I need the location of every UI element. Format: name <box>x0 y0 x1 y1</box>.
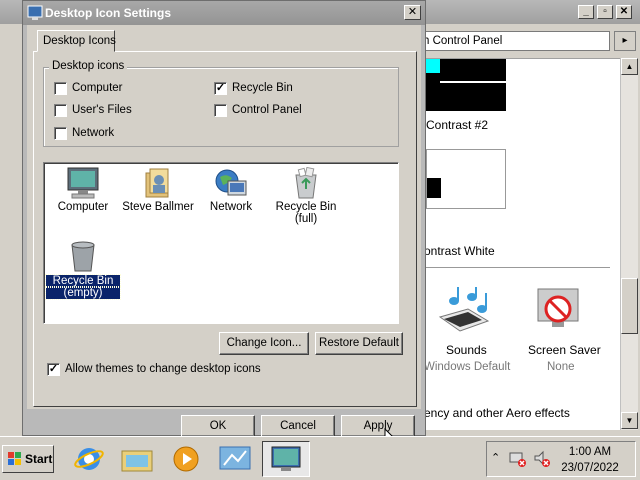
windows-logo-icon <box>8 452 21 465</box>
clock-time[interactable]: 1:00 AM <box>560 446 620 458</box>
checkbox-box[interactable] <box>54 104 67 117</box>
checkbox-box[interactable] <box>54 127 67 140</box>
address-go-button[interactable]: ▸ <box>614 31 636 51</box>
theme-label-contrast2: Contrast #2 <box>426 118 489 132</box>
minimize-button[interactable]: _ <box>578 5 594 19</box>
recycle-bin-full-icon <box>295 167 317 199</box>
taskbar-internet-explorer[interactable] <box>68 441 110 477</box>
network-icon <box>215 169 247 196</box>
list-item-label: Network <box>209 201 253 213</box>
desktop-icon-settings-dialog: Desktop Icon Settings ✕ Desktop Icons De… <box>22 0 426 437</box>
checkbox-label: User's Files <box>72 104 132 116</box>
taskbar-desktop-icon-settings[interactable] <box>262 441 310 477</box>
scroll-thumb[interactable] <box>621 278 638 334</box>
taskbar-media-player[interactable] <box>164 441 206 477</box>
checkbox-box[interactable] <box>214 104 227 117</box>
taskbar-file-explorer[interactable] <box>116 441 158 477</box>
checkbox-label: Computer <box>72 82 123 94</box>
start-label: Start <box>25 452 53 466</box>
restore-button[interactable]: ▫ <box>597 5 613 19</box>
sounds-icon[interactable] <box>438 287 490 337</box>
desktop-icons-group: Desktop icons Computer User's Files Netw… <box>43 60 399 147</box>
display-settings-icon <box>271 446 301 471</box>
checkbox-box[interactable] <box>54 82 67 95</box>
dialog-body: Desktop Icons Desktop icons Computer Use… <box>27 25 421 409</box>
dialog-title: Desktop Icon Settings <box>45 6 172 20</box>
list-item-recycle-bin-full[interactable]: Recycle Bin (full) <box>269 167 343 225</box>
change-icon-button[interactable]: Change Icon... <box>219 332 309 355</box>
sounds-value: Windows Default <box>424 361 511 373</box>
list-item-computer[interactable]: Computer <box>46 167 120 213</box>
folder-icon <box>121 450 153 472</box>
restore-default-button[interactable]: Restore Default <box>315 332 403 355</box>
themes-panel: Contrast #2 ontrast White Sounds Windows… <box>410 58 620 430</box>
cancel-button[interactable]: Cancel <box>261 415 335 437</box>
address-bar[interactable]: h Control Panel <box>410 31 610 51</box>
tab-desktop-icons[interactable]: Desktop Icons <box>37 30 116 52</box>
address-text: h Control Panel <box>423 35 503 47</box>
sounds-label[interactable]: Sounds <box>446 343 487 357</box>
checkbox-box-checked[interactable]: ✓ <box>214 82 227 95</box>
aero-effects-link[interactable]: ency and other Aero effects <box>424 406 570 420</box>
taskbar: Start ⌃ 1:00 AM 23/07/2022 <box>0 436 640 480</box>
checkbox-label: Recycle Bin <box>232 82 293 94</box>
taskbar-control-panel[interactable] <box>214 441 256 477</box>
dialog-app-icon <box>27 5 43 20</box>
theme-thumbnail-contrast-white[interactable] <box>426 149 506 209</box>
theme-label-contrast-white: ontrast White <box>424 244 495 258</box>
checkbox-label: Network <box>72 127 115 139</box>
scroll-up-button[interactable]: ▲ <box>621 58 638 75</box>
dialog-titlebar[interactable]: Desktop Icon Settings ✕ <box>23 1 425 25</box>
computer-icon <box>67 167 99 199</box>
close-button[interactable]: ✕ <box>616 5 632 19</box>
screensaver-label[interactable]: Screen Saver <box>528 343 601 357</box>
list-item-network[interactable]: Network <box>194 167 268 213</box>
checkbox-label: Allow themes to change desktop icons <box>65 363 261 375</box>
list-item-recycle-bin-empty[interactable]: Recycle Bin (empty) <box>45 239 121 300</box>
control-panel-icon <box>219 446 251 470</box>
icon-list[interactable]: Computer Steve Ballmer Network Recycle B… <box>43 162 399 324</box>
list-item-sublabel: (empty) <box>45 286 121 300</box>
recycle-bin-empty-icon <box>71 241 95 272</box>
list-item-sublabel: (full) <box>294 213 318 225</box>
start-button[interactable]: Start <box>2 445 54 473</box>
group-title: Desktop icons <box>49 60 128 72</box>
volume-icon[interactable] <box>533 450 551 468</box>
user-folder-icon <box>145 168 169 198</box>
ok-button[interactable]: OK <box>181 415 255 437</box>
list-item-label: Recycle Bin <box>45 274 121 288</box>
themes-scrollbar[interactable]: ▲ ▼ <box>620 58 638 430</box>
list-item-label: Steve Ballmer <box>122 201 194 213</box>
network-status-icon[interactable] <box>509 450 527 468</box>
screensaver-icon[interactable] <box>534 287 582 335</box>
show-hidden-icons-chevron-icon[interactable]: ⌃ <box>491 451 500 464</box>
list-item-label: Recycle Bin <box>275 201 337 213</box>
screensaver-value: None <box>547 361 575 373</box>
media-player-icon <box>173 446 199 472</box>
list-item-user-folder[interactable]: Steve Ballmer <box>121 167 195 213</box>
list-item-label: Computer <box>57 201 109 213</box>
checkbox-label: Control Panel <box>232 104 302 116</box>
theme-thumbnail-contrast2[interactable] <box>426 59 506 111</box>
apply-button[interactable]: Apply <box>341 415 415 437</box>
internet-explorer-icon <box>74 448 104 470</box>
checkbox-box-checked[interactable]: ✓ <box>47 363 60 376</box>
dialog-close-button[interactable]: ✕ <box>404 5 421 20</box>
clock-date[interactable]: 23/07/2022 <box>554 462 626 474</box>
scroll-down-button[interactable]: ▼ <box>621 412 638 429</box>
